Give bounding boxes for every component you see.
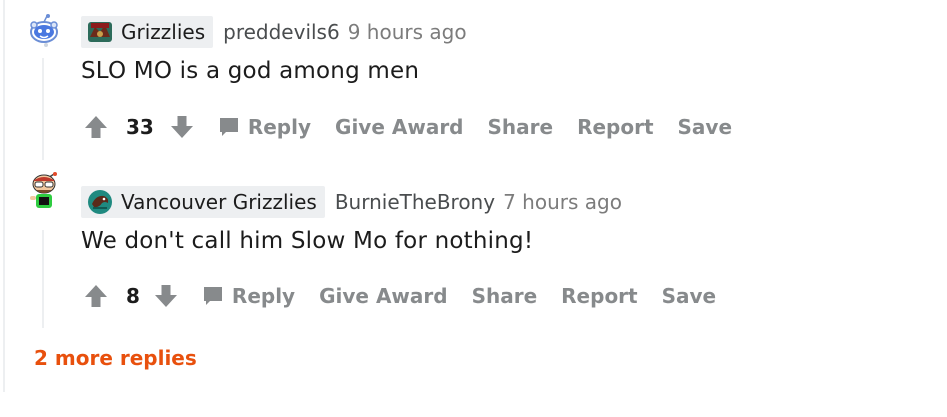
share-button[interactable]: Share: [472, 284, 538, 308]
reply-button[interactable]: Reply: [202, 284, 295, 308]
save-button[interactable]: Save: [678, 115, 733, 139]
comment-meta: Grizzlies preddevils6 9 hours ago: [81, 16, 467, 48]
comment-actions: 33 Reply Give Award Share Report Save: [82, 109, 732, 145]
reply-label: Reply: [231, 284, 296, 308]
vote-score: 8: [126, 284, 140, 308]
give-award-button[interactable]: Give Award: [319, 284, 447, 308]
upvote-arrow-icon[interactable]: [82, 282, 110, 310]
downvote-arrow-icon[interactable]: [152, 282, 180, 310]
timestamp-link[interactable]: 7 hours ago: [503, 190, 622, 214]
report-button[interactable]: Report: [561, 284, 637, 308]
grizzlies-logo-icon: [88, 22, 112, 42]
custom-avatar-icon[interactable]: [26, 172, 62, 208]
reply-label: Reply: [247, 115, 312, 139]
comment-meta: Vancouver Grizzlies BurnieTheBrony 7 hou…: [81, 186, 622, 218]
thread-line[interactable]: [42, 58, 44, 160]
save-button[interactable]: Save: [662, 284, 717, 308]
chat-bubble-icon: [203, 287, 222, 305]
vancouver-grizzlies-logo-icon: [88, 190, 112, 214]
comment-actions: 8 Reply Give Award Share Report Save: [82, 278, 716, 314]
flair-label: Vancouver Grizzlies: [121, 190, 317, 214]
chat-bubble-icon: [219, 118, 238, 136]
comment-body: SLO MO is a god among men: [81, 58, 420, 84]
user-flair: Grizzlies: [81, 16, 214, 48]
comment: Vancouver Grizzlies BurnieTheBrony 7 hou…: [0, 170, 947, 335]
give-award-button[interactable]: Give Award: [335, 115, 463, 139]
username-link[interactable]: BurnieTheBrony: [335, 190, 495, 214]
user-flair: Vancouver Grizzlies: [81, 186, 325, 218]
flair-label: Grizzlies: [121, 20, 206, 44]
username-link[interactable]: preddevils6: [223, 20, 340, 44]
downvote-arrow-icon[interactable]: [168, 113, 196, 141]
report-button[interactable]: Report: [577, 115, 653, 139]
share-button[interactable]: Share: [488, 115, 554, 139]
snoo-avatar-icon[interactable]: [26, 12, 62, 48]
comment-body: We don't call him Slow Mo for nothing!: [81, 228, 534, 254]
more-replies-link[interactable]: 2 more replies: [34, 346, 197, 370]
timestamp-link[interactable]: 9 hours ago: [348, 20, 467, 44]
vote-score: 33: [126, 115, 154, 139]
comment: Grizzlies preddevils6 9 hours ago SLO MO…: [0, 0, 947, 170]
upvote-arrow-icon[interactable]: [82, 113, 110, 141]
reply-button[interactable]: Reply: [218, 115, 311, 139]
thread-line[interactable]: [42, 230, 44, 328]
